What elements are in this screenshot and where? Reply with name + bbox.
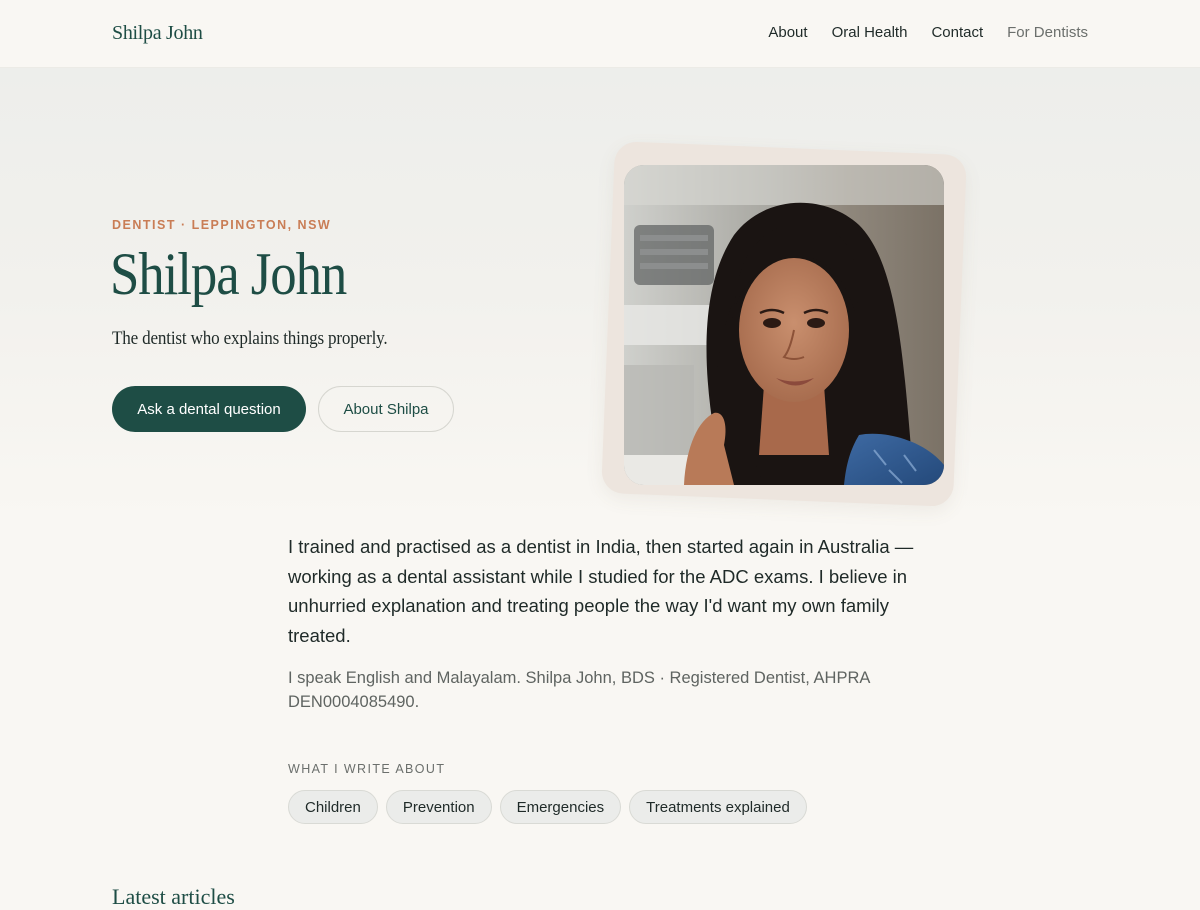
intro-paragraph: I trained and practised as a dentist in …	[288, 536, 914, 646]
site-header: Shilpa John About Oral Health Contact Fo…	[0, 0, 1200, 68]
hero-tagline: The dentist who explains things properly…	[112, 328, 388, 349]
topic-chip-emergencies[interactable]: Emergencies	[499, 790, 622, 824]
hero-title: Shilpa John	[110, 241, 347, 307]
topics-list: Children Prevention Emergencies Treatmen…	[288, 790, 807, 824]
credentials-text: I speak English and Malayalam. Shilpa Jo…	[288, 669, 870, 711]
about-shilpa-button[interactable]: About Shilpa	[318, 386, 454, 432]
hero-section: DENTIST · LEPPINGTON, NSW Shilpa John Th…	[0, 68, 1200, 518]
topic-chip-treatments-explained[interactable]: Treatments explained	[629, 790, 807, 824]
topic-chip-prevention[interactable]: Prevention	[385, 790, 492, 824]
topic-chip-children[interactable]: Children	[288, 790, 378, 824]
nav-link-for-dentists[interactable]: For Dentists	[1007, 24, 1088, 41]
hero-eyebrow: DENTIST · LEPPINGTON, NSW	[112, 218, 332, 232]
main-nav: About Oral Health Contact For Dentists	[768, 24, 1088, 41]
ask-question-button[interactable]: Ask a dental question	[112, 386, 306, 432]
nav-link-contact[interactable]: Contact	[931, 24, 983, 41]
topics-label: WHAT I WRITE ABOUT	[288, 762, 446, 776]
nav-link-about[interactable]: About	[768, 24, 807, 41]
brand-logo-link[interactable]: Shilpa John	[112, 22, 203, 45]
portrait-photo	[624, 165, 944, 485]
nav-link-oral-health[interactable]: Oral Health	[832, 24, 908, 41]
latest-articles-heading: Latest articles	[112, 884, 235, 909]
